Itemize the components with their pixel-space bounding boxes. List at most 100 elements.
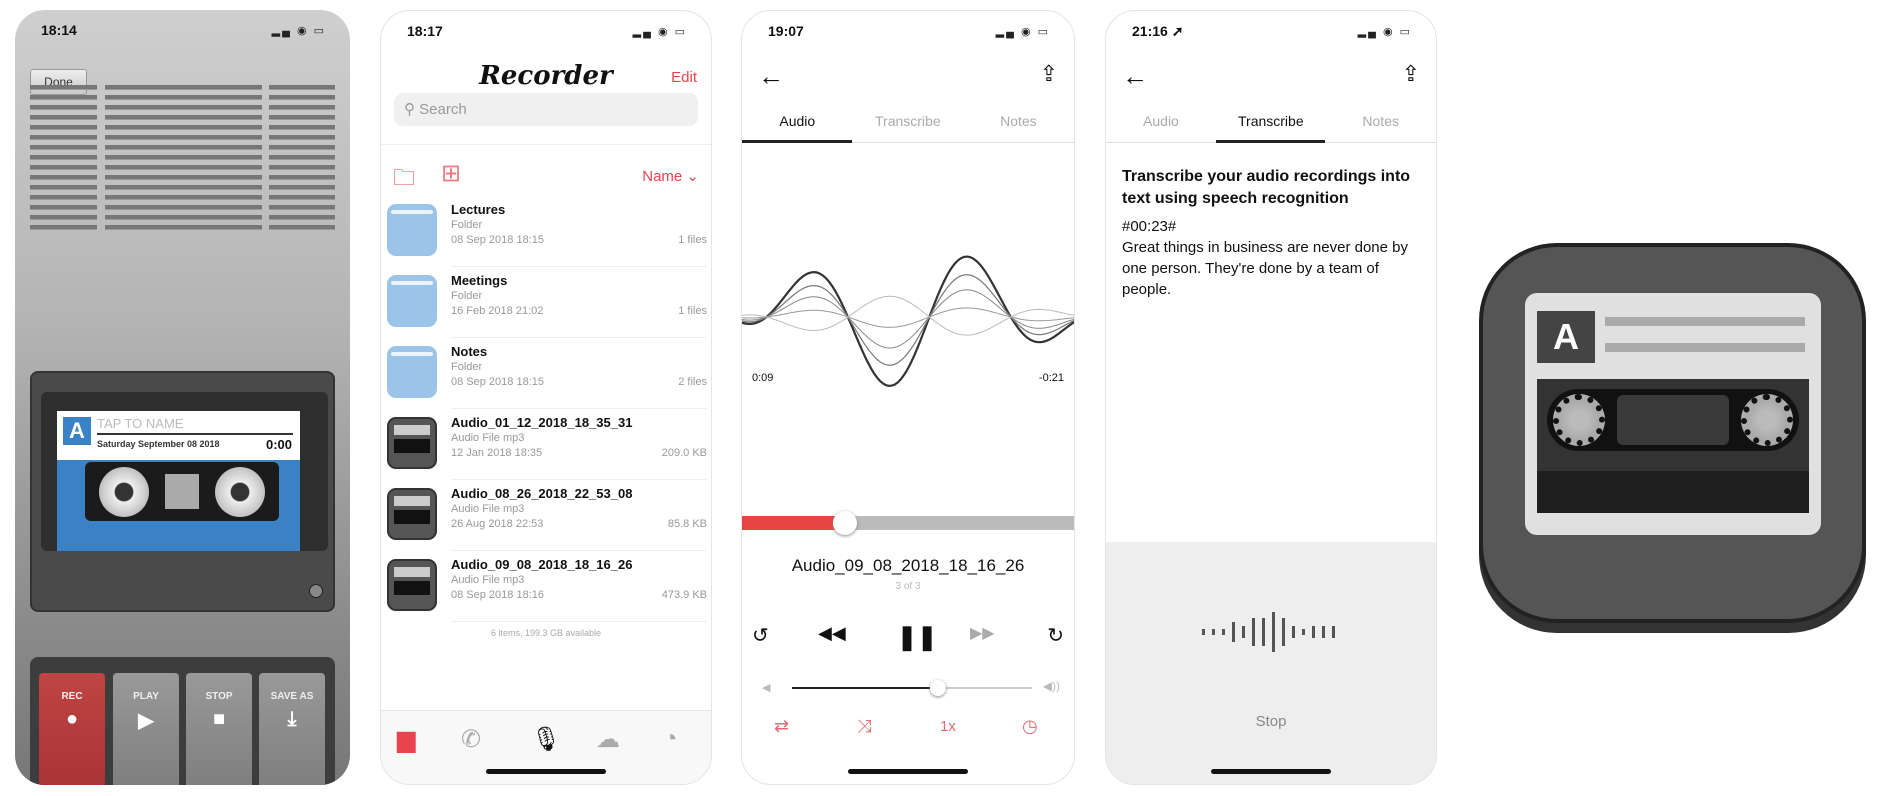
tab-notes[interactable]: Notes xyxy=(963,113,1074,129)
remaining-time: -0:21 xyxy=(1038,372,1064,384)
microphone-icon[interactable]: 🎙 xyxy=(531,725,561,754)
level-bar xyxy=(1222,629,1225,635)
item-name: Audio_01_12_2018_18_35_31 xyxy=(451,415,633,430)
repeat-icon[interactable]: ⇄ xyxy=(774,716,789,737)
grille-slot xyxy=(269,145,335,150)
folder-icon xyxy=(387,204,437,256)
stop-button[interactable]: STOP ■ xyxy=(186,673,252,785)
tab-notes[interactable]: Notes xyxy=(1326,113,1436,129)
item-name: Audio_09_08_2018_18_16_26 xyxy=(451,557,633,572)
back-arrow-icon[interactable]: ← xyxy=(1122,61,1148,92)
list-item[interactable]: Lectures Folder 08 Sep 2018 18:15 1 file… xyxy=(381,196,711,267)
item-size: 2 files xyxy=(678,376,707,388)
grille-slot xyxy=(269,135,335,140)
item-size: 473.9 KB xyxy=(661,589,707,601)
search-input[interactable]: ⚲ Search xyxy=(394,93,698,126)
icon-line xyxy=(1605,317,1805,326)
player-screen: 19:07 ▂▄ ◉ ▭ ← ⇪ Audio Transcribe Notes … xyxy=(741,10,1075,785)
cassette[interactable]: A TAP TO NAME Saturday September 08 2018… xyxy=(57,411,300,551)
level-bar xyxy=(1272,612,1275,652)
item-type: Folder xyxy=(451,219,483,231)
list-item[interactable]: Audio_01_12_2018_18_35_31 Audio File mp3… xyxy=(381,409,711,480)
progress-thumb[interactable] xyxy=(832,511,857,535)
eject-button[interactable] xyxy=(309,584,323,598)
cassette-label[interactable]: A TAP TO NAME Saturday September 08 2018… xyxy=(57,411,300,460)
icon-reel-left xyxy=(1553,394,1605,446)
grille-slot xyxy=(269,215,335,220)
progress-fill xyxy=(742,516,845,530)
list-item[interactable]: Audio_08_26_2018_22_53_08 Audio File mp3… xyxy=(381,480,711,551)
edit-button[interactable]: Edit xyxy=(671,69,697,86)
tap-to-name[interactable]: TAP TO NAME xyxy=(97,416,183,431)
grid-view-icon[interactable]: ⊞ xyxy=(441,159,461,188)
level-bar xyxy=(1232,622,1235,642)
folder-icon[interactable]: ▆ xyxy=(397,725,415,754)
stop-button[interactable]: Stop xyxy=(1106,713,1436,730)
list-item[interactable]: Meetings Folder 16 Feb 2018 21:02 1 file… xyxy=(381,267,711,338)
done-button[interactable]: Done xyxy=(30,69,87,95)
grille-slot xyxy=(30,135,97,140)
transcript-text[interactable]: Great things in business are never done … xyxy=(1122,237,1412,300)
level-bar xyxy=(1292,626,1295,638)
volume-thumb[interactable] xyxy=(930,680,947,696)
grille-slot xyxy=(269,155,335,160)
skip-back-15-icon[interactable]: ↺ xyxy=(752,623,769,648)
grille-slot xyxy=(105,205,262,210)
status-icons: ▂▄ ◉ ▭ xyxy=(632,26,687,38)
level-bar xyxy=(1312,626,1315,638)
sleep-timer-icon[interactable]: ◷ xyxy=(1022,716,1038,737)
tab-audio[interactable]: Audio xyxy=(1106,113,1216,129)
skip-forward-15-icon[interactable]: ↻ xyxy=(1047,623,1064,648)
item-type: Folder xyxy=(451,361,483,373)
grille-slot xyxy=(105,165,262,170)
grille-slot xyxy=(105,85,262,90)
new-folder-icon[interactable]: 🗀 xyxy=(393,161,415,199)
tab-transcribe[interactable]: Transcribe xyxy=(853,113,964,129)
sort-dropdown[interactable]: Name ⌄ xyxy=(642,167,699,185)
pause-icon[interactable]: ❚❚ xyxy=(897,623,937,652)
status-icons: ▂▄ ◉ ▭ xyxy=(271,25,326,37)
volume-fill xyxy=(792,687,939,689)
speed-button[interactable]: 1x xyxy=(940,718,956,735)
rewind-icon[interactable]: ◀◀ xyxy=(818,623,846,644)
play-icon: ▶ xyxy=(138,710,154,732)
grille-slot xyxy=(269,185,335,190)
progress-bar[interactable] xyxy=(742,511,1074,535)
icon-tape-bottom xyxy=(1537,471,1809,513)
save-as-button[interactable]: SAVE AS ⤓ xyxy=(259,673,325,785)
play-button[interactable]: PLAY ▶ xyxy=(113,673,179,785)
search-icon: ⚲ xyxy=(404,101,420,118)
volume-high-icon: ◀)) xyxy=(1042,679,1060,693)
icon-tape xyxy=(1537,379,1809,513)
status-time: 19:07 xyxy=(768,23,804,39)
grille-slot xyxy=(269,205,335,210)
phone-icon[interactable]: ✆ xyxy=(461,725,481,754)
grille-slot xyxy=(105,185,262,190)
fast-forward-icon[interactable]: ▶▶ xyxy=(970,623,995,643)
list-item[interactable]: Audio_09_08_2018_18_16_26 Audio File mp3… xyxy=(381,551,711,622)
cassette-housing: A TAP TO NAME Saturday September 08 2018… xyxy=(30,371,335,612)
share-icon[interactable]: ⇪ xyxy=(1040,61,1058,87)
save-as-label: SAVE AS xyxy=(270,691,314,702)
grille-slot xyxy=(105,225,262,230)
item-date: 16 Feb 2018 21:02 xyxy=(451,305,544,317)
list-item[interactable]: Notes Folder 08 Sep 2018 18:15 2 files xyxy=(381,338,711,409)
tab-transcribe[interactable]: Transcribe xyxy=(1216,113,1326,129)
transcribe-screen: 21:16 ➚ ▂▄ ◉ ▭ ← ⇪ Audio Transcribe Note… xyxy=(1105,10,1437,785)
tab-audio[interactable]: Audio xyxy=(742,113,853,129)
settings-icon[interactable]: ◔ xyxy=(663,725,678,753)
back-arrow-icon[interactable]: ← xyxy=(758,61,784,92)
cloud-icon[interactable]: ☁ xyxy=(596,725,620,754)
shuffle-icon[interactable]: ⤨ xyxy=(857,716,871,737)
icon-tape-center xyxy=(1617,395,1729,445)
item-size: 1 files xyxy=(678,234,707,246)
icon-line xyxy=(1605,343,1805,352)
rec-button[interactable]: REC ● xyxy=(39,673,105,785)
waveform-line xyxy=(742,295,1074,336)
share-icon[interactable]: ⇪ xyxy=(1402,61,1420,87)
recorder-screen: 18:14 ▂▄ ◉ ▭ Done A TAP TO NAME Saturday… xyxy=(15,10,350,785)
track-title: Audio_09_08_2018_18_16_26 xyxy=(791,556,1025,575)
file-list-screen: 18:17 ▂▄ ◉ ▭ Recorder Edit ⚲ Search 🗀 ⊞ … xyxy=(380,10,712,785)
tape-icon xyxy=(165,474,199,509)
volume-slider[interactable] xyxy=(792,680,1032,696)
